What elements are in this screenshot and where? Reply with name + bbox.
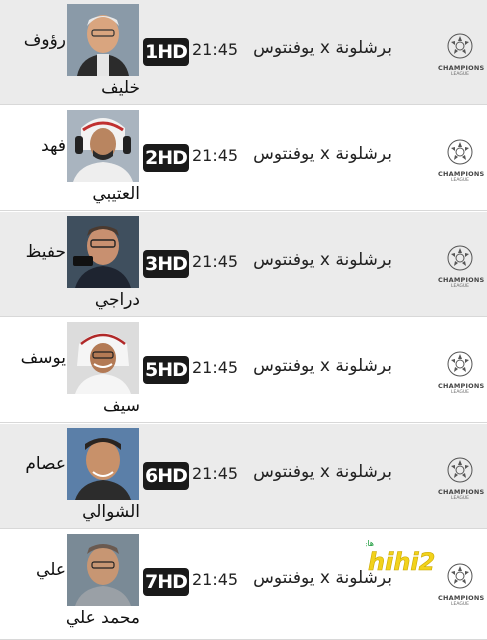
league-name: CHAMPIONS <box>438 170 485 178</box>
commentator-last-name: خليف <box>101 78 140 98</box>
commentator-first-name: فهد <box>41 136 66 156</box>
watermark-text: hihi2 <box>368 548 435 576</box>
match-title: برشلونة x يوفنتوس <box>253 144 392 164</box>
channel-badge: 2HD <box>143 144 189 172</box>
match-time: 21:45 <box>192 570 239 589</box>
league-sub: LEAGUE <box>451 284 469 289</box>
match-title: برشلونة x يوفنتوس <box>253 356 392 376</box>
commentator-photo <box>67 322 139 394</box>
commentator-photo <box>67 534 139 606</box>
commentator-first-name: رؤوف <box>23 30 66 50</box>
starball-icon <box>447 33 473 59</box>
channel-badge: 5HD <box>143 356 189 384</box>
channel-badge: 3HD <box>143 250 189 278</box>
league-name: CHAMPIONS <box>438 382 485 390</box>
commentator-first-name: حفيظ <box>25 242 66 262</box>
channel-badge: 7HD <box>143 568 189 596</box>
champions-league-logo: CHAMPIONS LEAGUE <box>438 242 485 294</box>
commentator-last-name: العتيبي <box>92 184 140 204</box>
commentator-photo <box>67 216 139 288</box>
starball-icon <box>447 351 473 377</box>
schedule-row[interactable]: CHAMPIONS LEAGUE برشلونة x يوفنتوس 21:45… <box>0 318 487 423</box>
watermark-logo: هاي كورة hihi2 <box>343 536 438 576</box>
channel-badge: 1HD <box>143 38 189 66</box>
commentator-first-name: يوسف <box>20 348 66 368</box>
league-name: CHAMPIONS <box>438 488 485 496</box>
commentator-first-name: عصام <box>25 454 66 474</box>
commentator-last-name: دراجي <box>94 290 140 310</box>
champions-league-logo: CHAMPIONS LEAGUE <box>438 348 485 400</box>
match-time: 21:45 <box>192 464 239 483</box>
match-title: برشلونة x يوفنتوس <box>253 38 392 58</box>
commentator-first-name: علي <box>36 560 66 580</box>
schedule-row[interactable]: CHAMPIONS LEAGUE برشلونة x يوفنتوس 21:45… <box>0 212 487 317</box>
league-sub: LEAGUE <box>451 496 469 501</box>
champions-league-logo: CHAMPIONS LEAGUE <box>438 560 485 612</box>
commentator-last-name: الشوالي <box>82 502 140 522</box>
match-title: برشلونة x يوفنتوس <box>253 462 392 482</box>
match-time: 21:45 <box>192 252 239 271</box>
match-title: برشلونة x يوفنتوس <box>253 250 392 270</box>
commentator-last-name: سيف <box>103 396 140 416</box>
starball-icon <box>447 563 473 589</box>
league-sub: LEAGUE <box>451 602 469 607</box>
starball-icon <box>447 457 473 483</box>
league-sub: LEAGUE <box>451 72 469 77</box>
commentator-photo <box>67 110 139 182</box>
starball-icon <box>447 245 473 271</box>
schedule-row[interactable]: CHAMPIONS LEAGUE برشلونة x يوفنتوس 21:45… <box>0 0 487 105</box>
match-time: 21:45 <box>192 40 239 59</box>
champions-league-logo: CHAMPIONS LEAGUE <box>438 454 485 506</box>
starball-icon <box>447 139 473 165</box>
match-time: 21:45 <box>192 146 239 165</box>
league-sub: LEAGUE <box>451 390 469 395</box>
watermark-sub: هاي كورة <box>366 539 374 548</box>
league-name: CHAMPIONS <box>438 276 485 284</box>
match-time: 21:45 <box>192 358 239 377</box>
champions-league-logo: CHAMPIONS LEAGUE <box>438 30 485 82</box>
champions-league-logo: CHAMPIONS LEAGUE <box>438 136 485 188</box>
schedule-row[interactable]: CHAMPIONS LEAGUE برشلونة x يوفنتوس 21:45… <box>0 106 487 211</box>
commentator-photo <box>67 4 139 76</box>
league-sub: LEAGUE <box>451 178 469 183</box>
schedule-row[interactable]: CHAMPIONS LEAGUE برشلونة x يوفنتوس 21:45… <box>0 424 487 529</box>
commentator-photo <box>67 428 139 500</box>
channel-badge: 6HD <box>143 462 189 490</box>
commentator-last-name: محمد علي <box>65 608 140 628</box>
league-name: CHAMPIONS <box>438 594 485 602</box>
league-name: CHAMPIONS <box>438 64 485 72</box>
